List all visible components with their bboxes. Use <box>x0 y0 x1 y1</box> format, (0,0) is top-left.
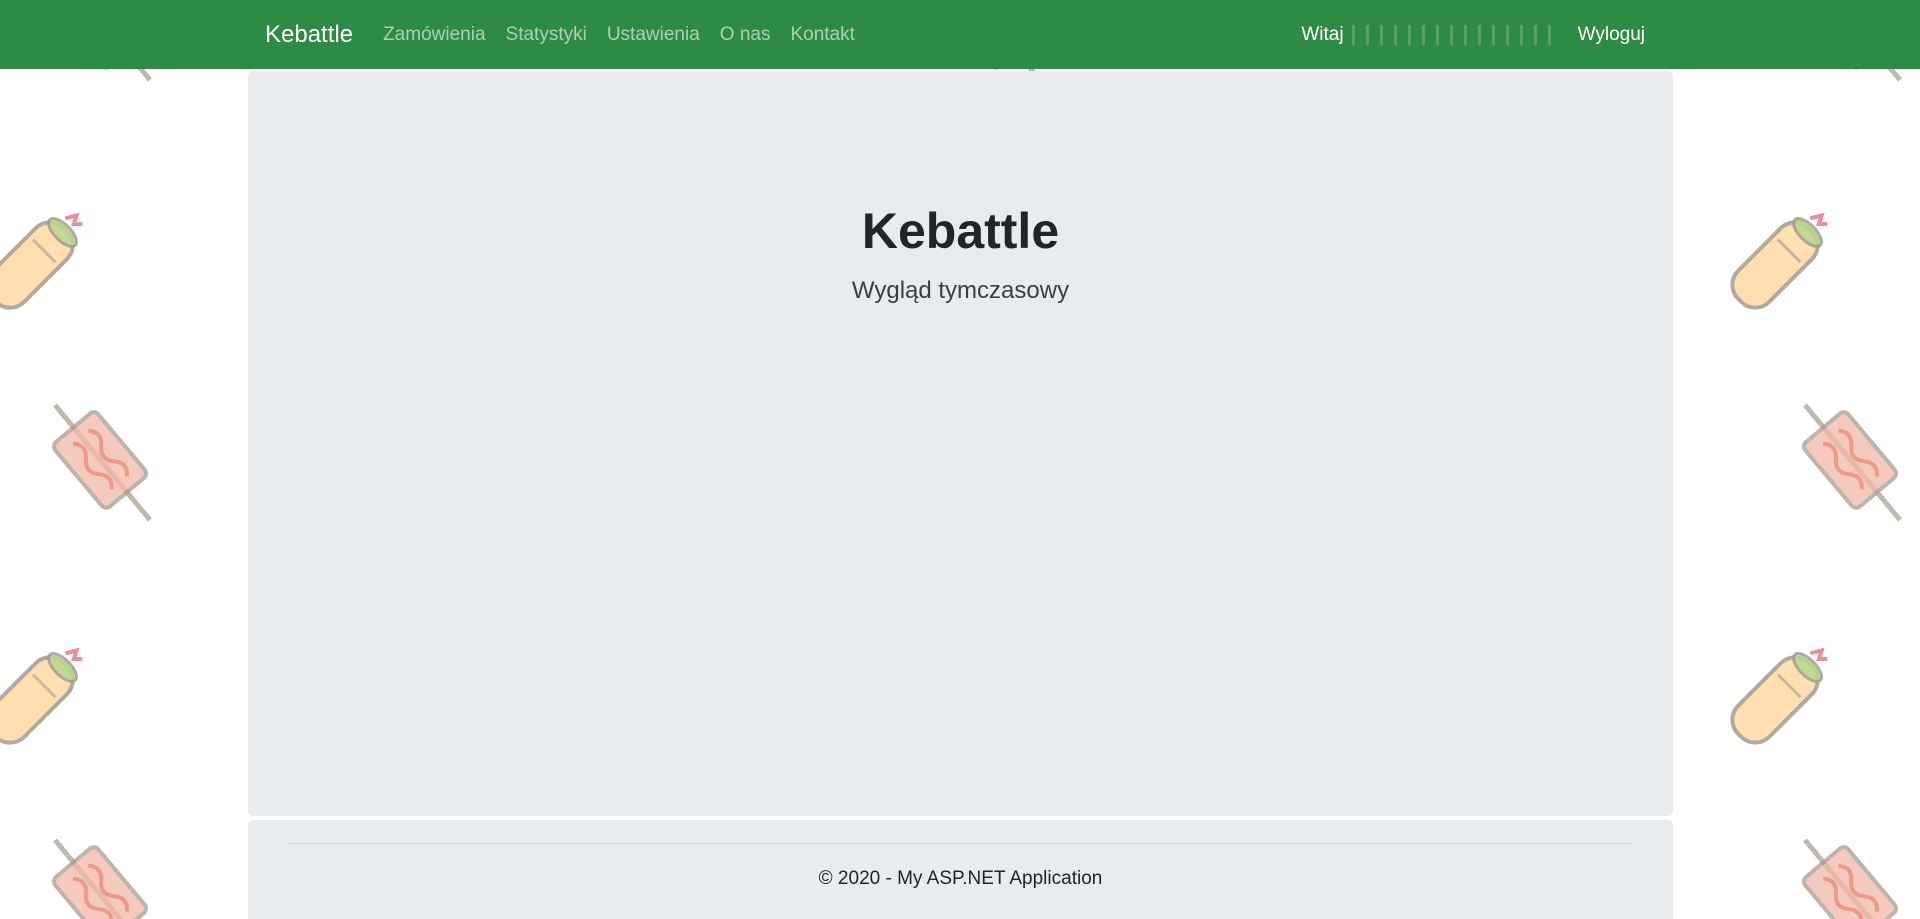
page-title: Kebattle <box>861 203 1060 259</box>
nav-link-o-nas[interactable]: O nas <box>720 24 771 46</box>
navbar: Kebattle Zamówienia Statystyki Ustawieni… <box>0 0 1920 69</box>
greeting-label: Witaj <box>1301 23 1344 45</box>
wrap-icon <box>1722 199 1841 318</box>
nav-link-zamowienia[interactable]: Zamówienia <box>383 24 485 46</box>
kebab-skewer-icon <box>52 840 150 919</box>
nav-links: Zamówienia Statystyki Ustawienia O nas K… <box>383 24 875 46</box>
wrap-icon <box>0 634 96 753</box>
logout-link[interactable]: Wyloguj <box>1578 24 1645 46</box>
user-area: Witaj Wyloguj <box>1301 24 1645 46</box>
page-subtitle: Wygląd tymczasowy <box>851 277 1070 304</box>
jumbotron: Kebattle Wygląd tymczasowy <box>248 71 1673 816</box>
navbar-container: Kebattle Zamówienia Statystyki Ustawieni… <box>265 0 1645 69</box>
kebab-skewer-icon <box>1802 405 1900 520</box>
wrap-icon <box>1722 634 1841 753</box>
nav-link-kontakt[interactable]: Kontakt <box>790 24 854 46</box>
footer-copyright: © 2020 - My ASP.NET Application <box>818 868 1103 889</box>
username-redacted <box>1351 24 1562 45</box>
kebab-skewer-icon <box>52 405 150 520</box>
wrap-icon <box>0 199 96 318</box>
brand-link[interactable]: Kebattle <box>265 21 353 49</box>
user-greeting[interactable]: Witaj <box>1301 24 1577 46</box>
kebab-skewer-icon <box>1802 840 1900 919</box>
footer-divider <box>288 843 1633 844</box>
footer: © 2020 - My ASP.NET Application <box>248 820 1673 919</box>
nav-link-ustawienia[interactable]: Ustawienia <box>607 24 700 46</box>
nav-link-statystyki[interactable]: Statystyki <box>506 24 587 46</box>
